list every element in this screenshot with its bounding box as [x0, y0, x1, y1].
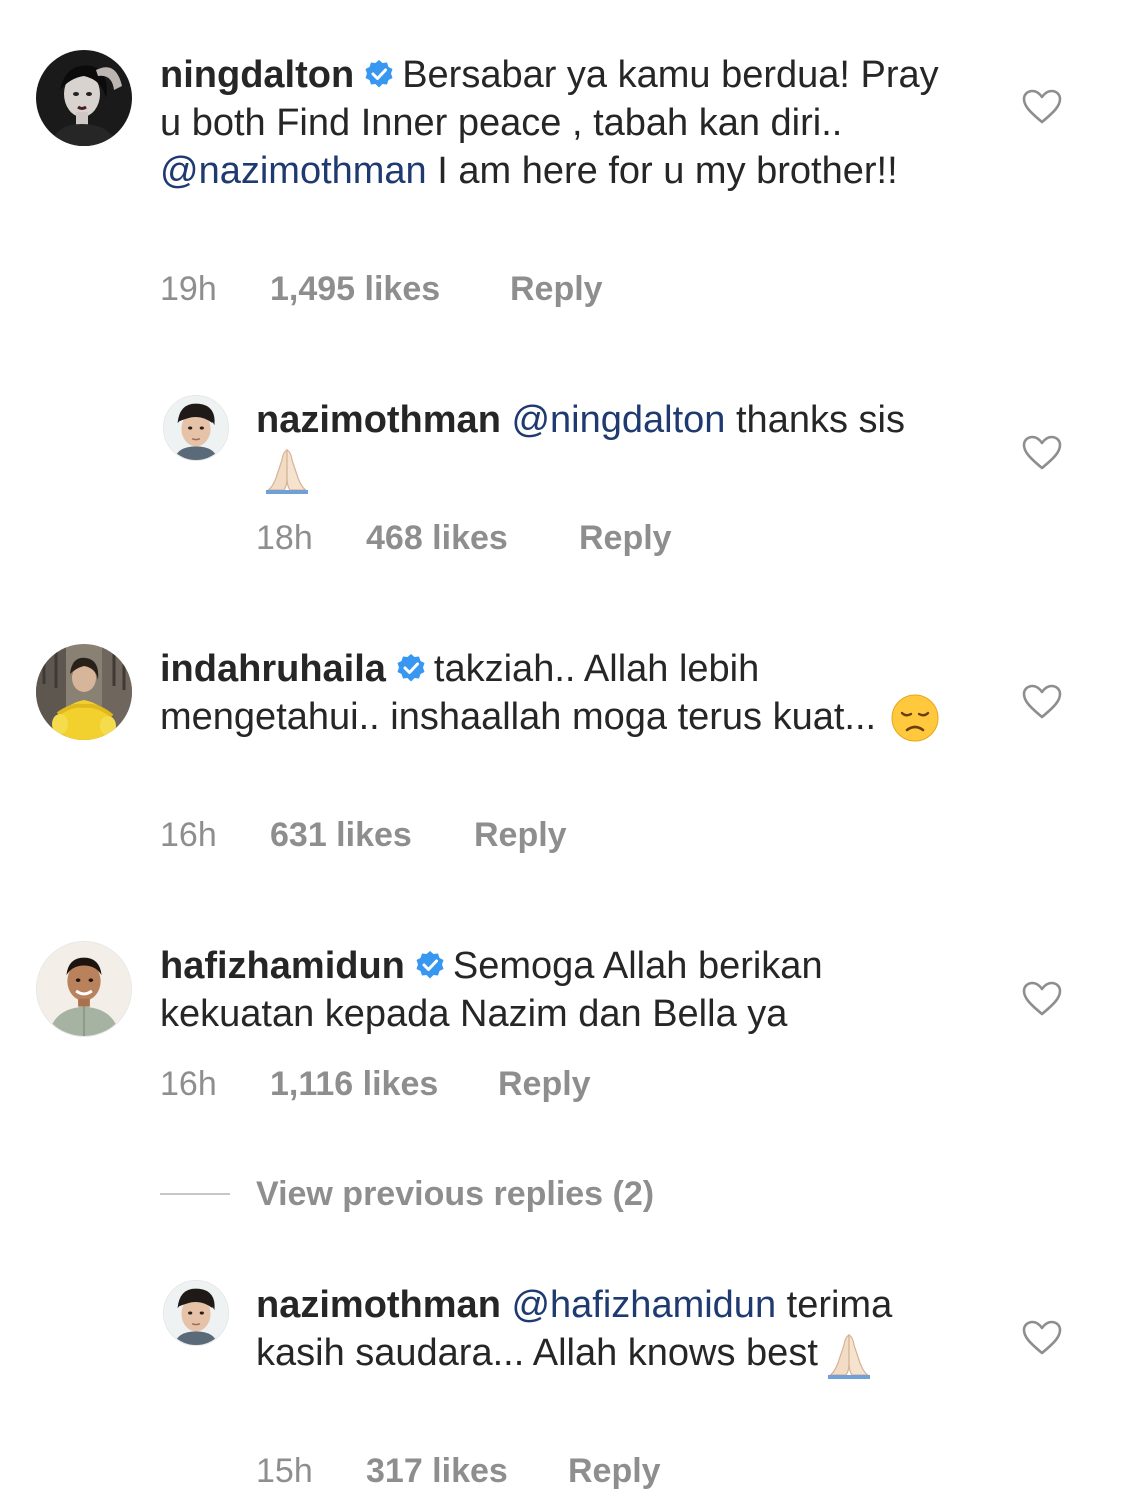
reply-button[interactable]: Reply — [579, 518, 672, 558]
verified-badge-icon — [396, 653, 426, 683]
reply-button[interactable]: Reply — [568, 1451, 661, 1491]
likes-count[interactable]: 1,116 likes — [270, 1064, 438, 1104]
mention-link[interactable]: @ningdalton — [511, 399, 725, 441]
mention-link[interactable]: @hafizhamidun — [511, 1284, 776, 1326]
reply-button[interactable]: Reply — [474, 815, 567, 855]
comment-time: 16h — [160, 1065, 217, 1103]
heart-outline-icon[interactable] — [1022, 435, 1062, 471]
comment-text: ningdalton Bersabar ya kamu berdua! Pray … — [160, 51, 960, 195]
avatar[interactable] — [36, 644, 132, 740]
likes-count[interactable]: 468 likes — [366, 518, 508, 558]
avatar[interactable] — [36, 941, 132, 1037]
avatar[interactable] — [163, 395, 229, 461]
likes-count[interactable]: 1,495 likes — [270, 269, 440, 309]
view-previous-replies-button[interactable]: View previous replies (2) — [160, 1172, 860, 1216]
heart-outline-icon[interactable] — [1022, 684, 1062, 720]
comment-time: 19h — [160, 270, 217, 308]
view-previous-replies-label[interactable]: View previous replies (2) — [256, 1172, 654, 1216]
comment-text: nazimothman @hafizhamidun terima kasih s… — [256, 1281, 956, 1379]
likes-count[interactable]: 317 likes — [366, 1451, 508, 1491]
comment-meta: 16h 1,116 likes Reply — [160, 1064, 860, 1104]
heart-outline-icon[interactable] — [1022, 981, 1062, 1017]
verified-badge-icon — [415, 950, 445, 980]
comment-time: 15h — [256, 1452, 313, 1490]
comment-text: nazimothman @ningdalton thanks sis — [256, 396, 956, 494]
comment-time: 16h — [160, 816, 217, 854]
comment-meta: 19h 1,495 likes Reply — [160, 269, 860, 309]
disappointed-face-emoji — [890, 693, 940, 743]
comment-time: 18h — [256, 519, 313, 557]
avatar[interactable] — [163, 1280, 229, 1346]
comment-meta: 15h 317 likes Reply — [256, 1451, 956, 1491]
comment-meta: 18h 468 likes Reply — [256, 518, 956, 558]
comment-username[interactable]: nazimothman — [256, 1284, 501, 1326]
comment-username[interactable]: ningdalton — [160, 54, 354, 96]
comment-username[interactable]: hafizhamidun — [160, 945, 405, 987]
comment-username[interactable]: nazimothman — [256, 399, 501, 441]
reply-button[interactable]: Reply — [510, 269, 603, 309]
comment-text: indahruhaila takziah.. Allah lebih menget… — [160, 645, 960, 743]
mention-link[interactable]: @nazimothman — [160, 150, 427, 192]
comment-text: hafizhamidun Semoga Allah berikan kekuata… — [160, 942, 960, 1038]
avatar[interactable] — [36, 50, 132, 146]
verified-badge-icon — [364, 59, 394, 89]
folded-hands-emoji — [262, 444, 312, 494]
thread-divider — [160, 1193, 230, 1195]
heart-outline-icon[interactable] — [1022, 89, 1062, 125]
heart-outline-icon[interactable] — [1022, 1320, 1062, 1356]
comment-body-continued: I am here for u my brother!! — [437, 150, 898, 192]
likes-count[interactable]: 631 likes — [270, 815, 412, 855]
comment-username[interactable]: indahruhaila — [160, 648, 386, 690]
reply-button[interactable]: Reply — [498, 1064, 591, 1104]
comment-meta: 16h 631 likes Reply — [160, 815, 860, 855]
folded-hands-emoji — [824, 1329, 874, 1379]
comment-body: thanks sis — [736, 399, 905, 441]
